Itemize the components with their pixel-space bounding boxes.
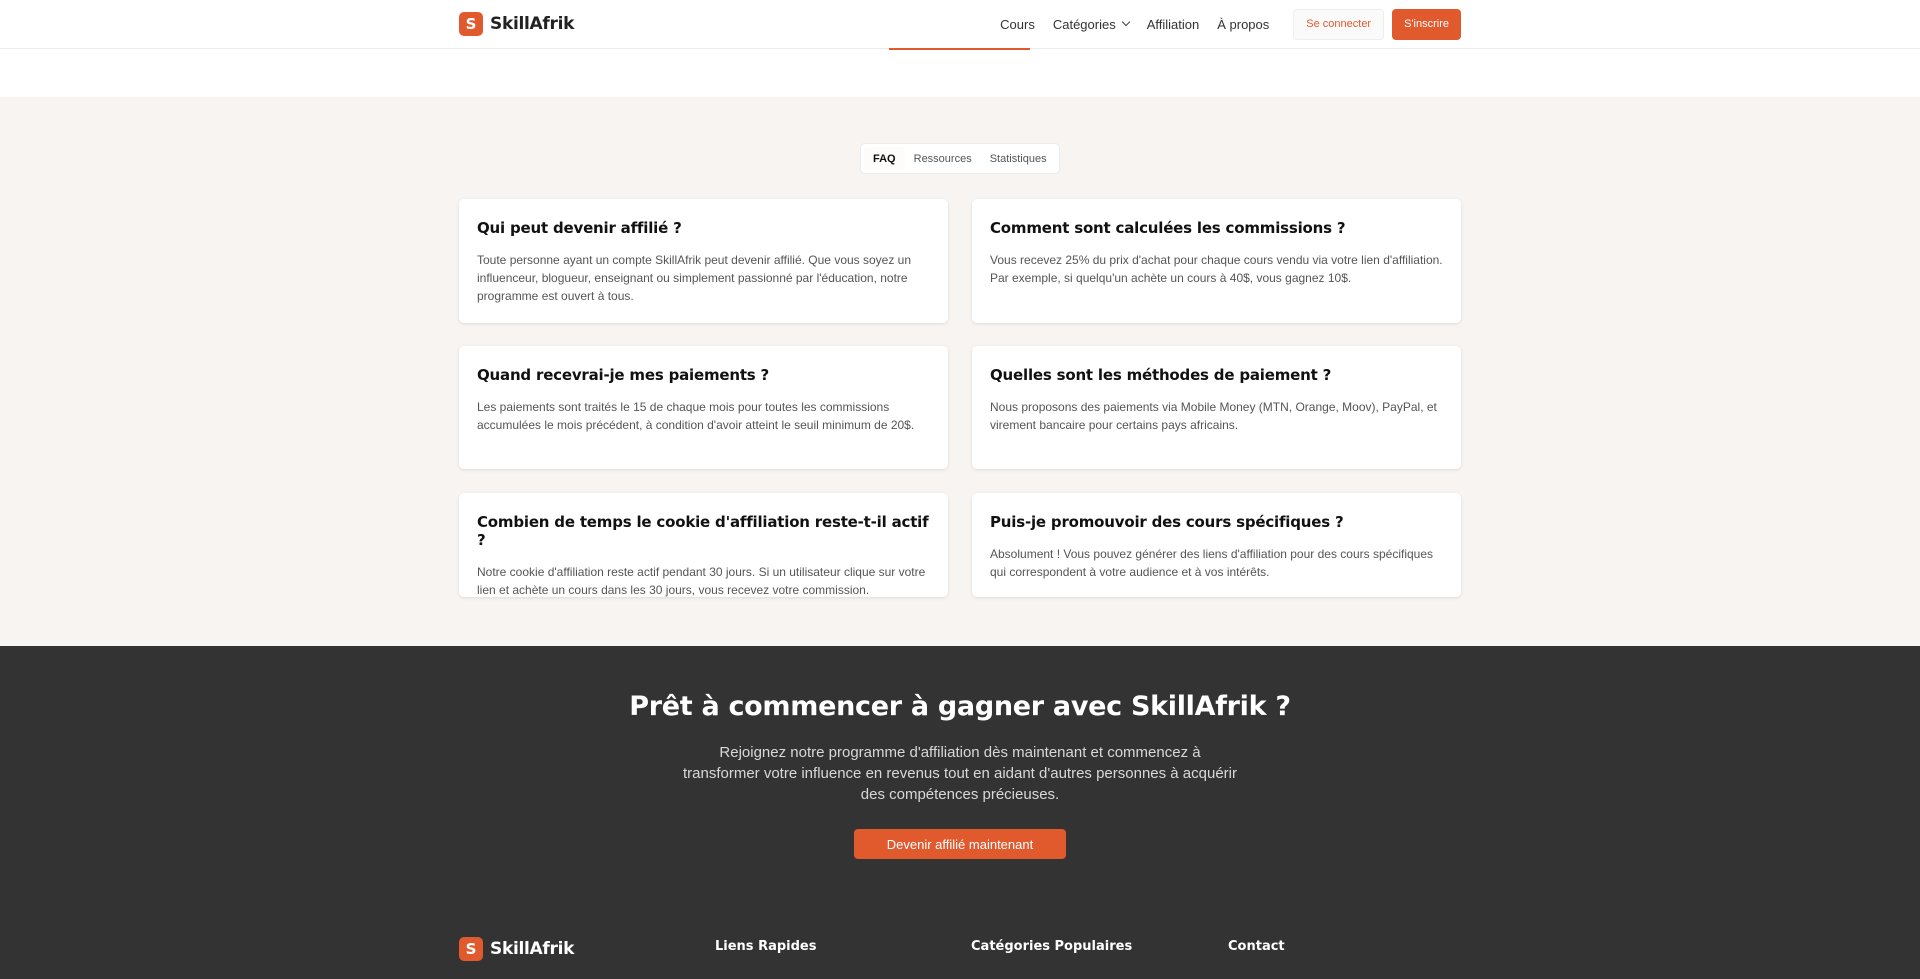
become-affiliate-button[interactable]: Devenir affilié maintenant [854, 829, 1066, 859]
footer-heading-popular-categories: Catégories Populaires [971, 939, 1133, 954]
logo-mark-icon: S [459, 12, 483, 36]
cta-title: Prêt à commencer à gagner avec SkillAfri… [629, 691, 1291, 722]
faq-question: Qui peut devenir affilié ? [477, 219, 682, 237]
footer-logo[interactable]: S SkillAfrik [459, 937, 574, 961]
faq-question: Puis-je promouvoir des cours spécifiques… [990, 513, 1344, 531]
faq-answer: Nous proposons des paiements via Mobile … [990, 400, 1437, 432]
section-tabs: FAQ Ressources Statistiques [860, 143, 1060, 174]
faq-card: Quand recevrai-je mes paiements ? Les pa… [459, 346, 948, 469]
faq-card: Combien de temps le cookie d'affiliation… [459, 493, 948, 597]
tab-faq[interactable]: FAQ [864, 147, 905, 170]
tab-statistiques[interactable]: Statistiques [981, 147, 1056, 170]
faq-question: Comment sont calculées les commissions ? [990, 219, 1346, 237]
footer-brand-name: SkillAfrik [490, 939, 575, 959]
nav-link-affiliation[interactable]: Affiliation [1147, 17, 1200, 32]
nav-link-cours[interactable]: Cours [1000, 17, 1035, 32]
brand-logo[interactable]: S SkillAfrik [459, 12, 574, 36]
nav-link-a-propos[interactable]: À propos [1217, 17, 1269, 32]
tab-ressources[interactable]: Ressources [905, 147, 981, 170]
nav-link-categories[interactable]: Catégories [1052, 16, 1130, 32]
faq-question: Combien de temps le cookie d'affiliation… [477, 513, 929, 549]
faq-answer: Notre cookie d'affiliation reste actif p… [477, 565, 926, 597]
active-tab-indicator [889, 48, 1030, 50]
login-button[interactable]: Se connecter [1293, 8, 1385, 40]
nav-link-categories-label: Catégories [1052, 16, 1116, 32]
faq-card: Puis-je promouvoir des cours spécifiques… [972, 493, 1461, 597]
faq-card: Comment sont calculées les commissions ?… [972, 199, 1461, 323]
faq-question: Quelles sont les méthodes de paiement ? [990, 366, 1332, 384]
footer-heading-contact: Contact [1228, 939, 1285, 954]
faq-section: FAQ Ressources Statistiques Qui peut dev… [0, 97, 1920, 646]
cta-description: Rejoignez notre programme d'affiliation … [682, 744, 1238, 803]
faq-card: Qui peut devenir affilié ? Toute personn… [459, 199, 948, 323]
top-navbar: S SkillAfrik Cours Catégories Affiliatio… [0, 0, 1920, 49]
footer-heading-quick-links: Liens Rapides [715, 939, 817, 954]
signup-button[interactable]: S'inscrire [1392, 8, 1461, 40]
faq-answer: Toute personne ayant un compte SkillAfri… [477, 253, 912, 303]
cta-section: Prêt à commencer à gagner avec SkillAfri… [0, 646, 1920, 979]
chevron-down-icon [1121, 17, 1130, 27]
faq-answer: Vous recevez 25% du prix d'achat pour ch… [990, 253, 1443, 285]
logo-mark-icon: S [459, 937, 483, 961]
faq-answer: Les paiements sont traités le 15 de chaq… [477, 400, 915, 432]
faq-answer: Absolument ! Vous pouvez générer des lie… [990, 547, 1434, 579]
main-nav: Cours Catégories Affiliation À propos [1000, 17, 1269, 32]
faq-card: Quelles sont les méthodes de paiement ? … [972, 346, 1461, 469]
faq-question: Quand recevrai-je mes paiements ? [477, 366, 770, 384]
brand-name: SkillAfrik [490, 14, 575, 34]
